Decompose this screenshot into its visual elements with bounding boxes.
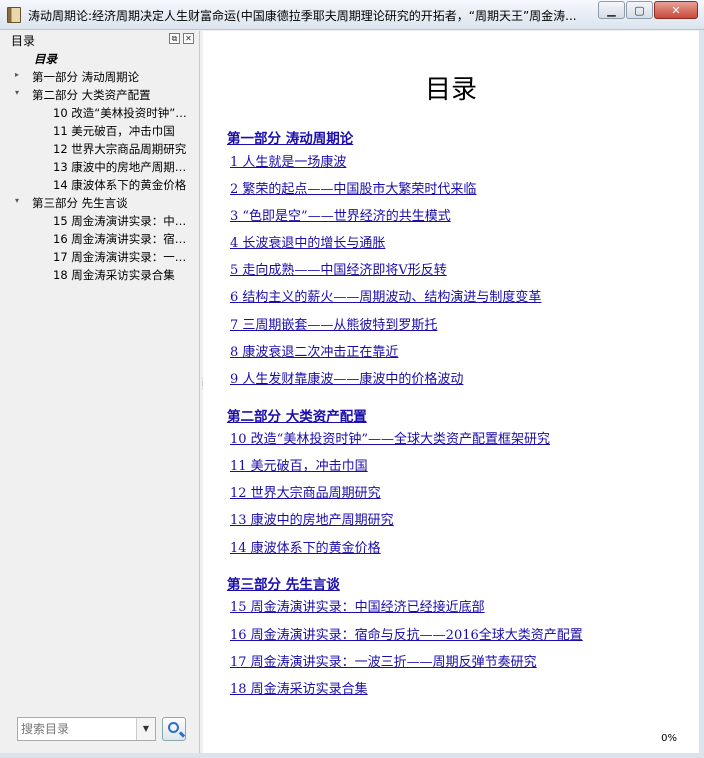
toc-item[interactable]: 12 世界大宗商品周期研究 (0, 139, 200, 157)
toc-link[interactable]: 6 结构主义的薪火——周期波动、结构演进与制度变革 (230, 286, 541, 305)
close-icon: ✕ (671, 3, 681, 17)
splitter-handle[interactable]: ⋮⋮ (199, 378, 207, 396)
toc-link[interactable]: 7 三周期嵌套——从熊彼特到罗斯托 (230, 314, 437, 333)
sidebar-close-button[interactable]: ✕ (183, 33, 194, 44)
toc-search-input[interactable] (18, 718, 136, 740)
section-heading[interactable]: 第一部分 涛动周期论 (227, 127, 353, 147)
window-title: 涛动周期论:经济周期决定人生财富命运(中国康德拉季耶夫周期理论研究的开拓者，“周… (28, 9, 577, 23)
reading-progress: 0% (661, 733, 677, 744)
toc-item-label: 11 美元破百，冲击巾国 (53, 124, 175, 138)
toc-item-part2[interactable]: ▾ 第二部分 大类资产配置 (0, 85, 200, 103)
minimize-button[interactable]: ▁ (598, 1, 625, 19)
minimize-icon: ▁ (607, 3, 616, 17)
toc-item[interactable]: 16 周金涛演讲实录：宿… (0, 229, 200, 247)
chevron-down-icon: ▼ (142, 724, 150, 733)
toc-item[interactable]: 14 康波体系下的黄金价格 (0, 175, 200, 193)
toc-item[interactable]: 17 周金涛演讲实录：一… (0, 247, 200, 265)
collapse-arrow-icon[interactable]: ▾ (12, 88, 22, 97)
toc-link[interactable]: 5 走向成熟——中国经济即将V形反转 (230, 259, 447, 278)
toc-link[interactable]: 16 周金涛演讲实录：宿命与反抗——2016全球大类资产配置 (230, 624, 583, 643)
undock-icon: ⧉ (171, 34, 178, 43)
toc-item-label: 13 康波中的房地产周期… (53, 160, 187, 174)
expand-arrow-icon[interactable]: ▸ (12, 70, 22, 79)
close-icon: ✕ (185, 34, 192, 43)
search-button[interactable] (162, 717, 186, 741)
window-frame-bottom (0, 753, 704, 758)
toc-root[interactable]: 目录 (0, 49, 200, 67)
sidebar-title: 目录 (11, 34, 36, 48)
search-icon (168, 722, 179, 733)
toc-link[interactable]: 14 康波体系下的黄金价格 (230, 537, 381, 556)
toc-item-part1[interactable]: ▸ 第一部分 涛动周期论 (0, 67, 200, 85)
toc-link[interactable]: 11 美元破百，冲击巾国 (230, 455, 368, 474)
book-icon (7, 7, 21, 23)
toc-link[interactable]: 18 周金涛采访实录合集 (230, 678, 368, 697)
toc-item-label: 第三部分 先生言谈 (32, 196, 128, 210)
window-frame-right (699, 30, 704, 758)
toc-item-label: 第二部分 大类资产配置 (32, 88, 151, 102)
toc-link[interactable]: 3 “色即是空”——世界经济的共生模式 (230, 205, 451, 224)
section-heading[interactable]: 第二部分 大类资产配置 (227, 405, 367, 425)
toc-link[interactable]: 4 长波衰退中的增长与通胀 (230, 232, 385, 251)
window-controls: ▁ ▢ ✕ (597, 1, 698, 19)
toc-link[interactable]: 1 人生就是一场康波 (230, 151, 346, 170)
toc-link[interactable]: 10 改造“美林投资时钟”——全球大类资产配置框架研究 (230, 428, 550, 447)
section-heading[interactable]: 第三部分 先生言谈 (227, 573, 340, 593)
toc-item-label: 12 世界大宗商品周期研究 (53, 142, 187, 156)
collapse-arrow-icon[interactable]: ▾ (12, 196, 22, 205)
toc-item-label: 17 周金涛演讲实录：一… (53, 250, 187, 264)
toc-item-label: 第一部分 涛动周期论 (32, 70, 140, 84)
toc-sidebar: 目录 ⧉ ✕ 目录 ▸ 第一部分 涛动周期论 ▾ 第二部分 大类资产配置 10 … (0, 31, 200, 753)
toc-link[interactable]: 15 周金涛演讲实录：中国经济已经接近底部 (230, 596, 485, 615)
toc-link[interactable]: 2 繁荣的起点——中国股市大繁荣时代来临 (230, 178, 476, 197)
toc-item[interactable]: 18 周金涛采访实录合集 (0, 265, 200, 283)
toc-tree: 目录 ▸ 第一部分 涛动周期论 ▾ 第二部分 大类资产配置 10 改造“美林投资… (0, 49, 200, 283)
toc-link[interactable]: 17 周金涛演讲实录：一波三折——周期反弹节奏研究 (230, 651, 537, 670)
toc-link[interactable]: 13 康波中的房地产周期研究 (230, 509, 394, 528)
search-history-dropdown[interactable]: ▼ (136, 718, 155, 740)
sidebar-header: 目录 ⧉ ✕ (0, 31, 200, 48)
toc-link[interactable]: 9 人生发财靠康波——康波中的价格波动 (230, 368, 463, 387)
title-bar: 涛动周期论:经济周期决定人生财富命运(中国康德拉季耶夫周期理论研究的开拓者，“周… (0, 0, 704, 30)
document-page: 目录 第一部分 涛动周期论 1 人生就是一场康波 2 繁荣的起点——中国股市大繁… (203, 31, 699, 753)
toc-item-label: 14 康波体系下的黄金价格 (53, 178, 187, 192)
page-title: 目录 (424, 75, 477, 105)
toc-search-box: ▼ (17, 717, 156, 741)
toc-item[interactable]: 10 改造“美林投资时钟”… (0, 103, 200, 121)
toc-item-label: 16 周金涛演讲实录：宿… (53, 232, 187, 246)
toc-item[interactable]: 11 美元破百，冲击巾国 (0, 121, 200, 139)
maximize-button[interactable]: ▢ (626, 1, 653, 19)
maximize-icon: ▢ (634, 3, 645, 17)
toc-item-label: 10 改造“美林投资时钟”… (53, 106, 187, 120)
toc-link[interactable]: 8 康波衰退二次冲击正在靠近 (230, 341, 398, 360)
toc-item-label: 18 周金涛采访实录合集 (53, 268, 175, 282)
toc-root-label: 目录 (34, 52, 57, 66)
toc-link[interactable]: 12 世界大宗商品周期研究 (230, 482, 381, 501)
toc-item-label: 15 周金涛演讲实录：中… (53, 214, 187, 228)
toc-item[interactable]: 15 周金涛演讲实录：中… (0, 211, 200, 229)
undock-button[interactable]: ⧉ (169, 33, 180, 44)
toc-item-part3[interactable]: ▾ 第三部分 先生言谈 (0, 193, 200, 211)
toc-item[interactable]: 13 康波中的房地产周期… (0, 157, 200, 175)
close-button[interactable]: ✕ (654, 1, 698, 19)
